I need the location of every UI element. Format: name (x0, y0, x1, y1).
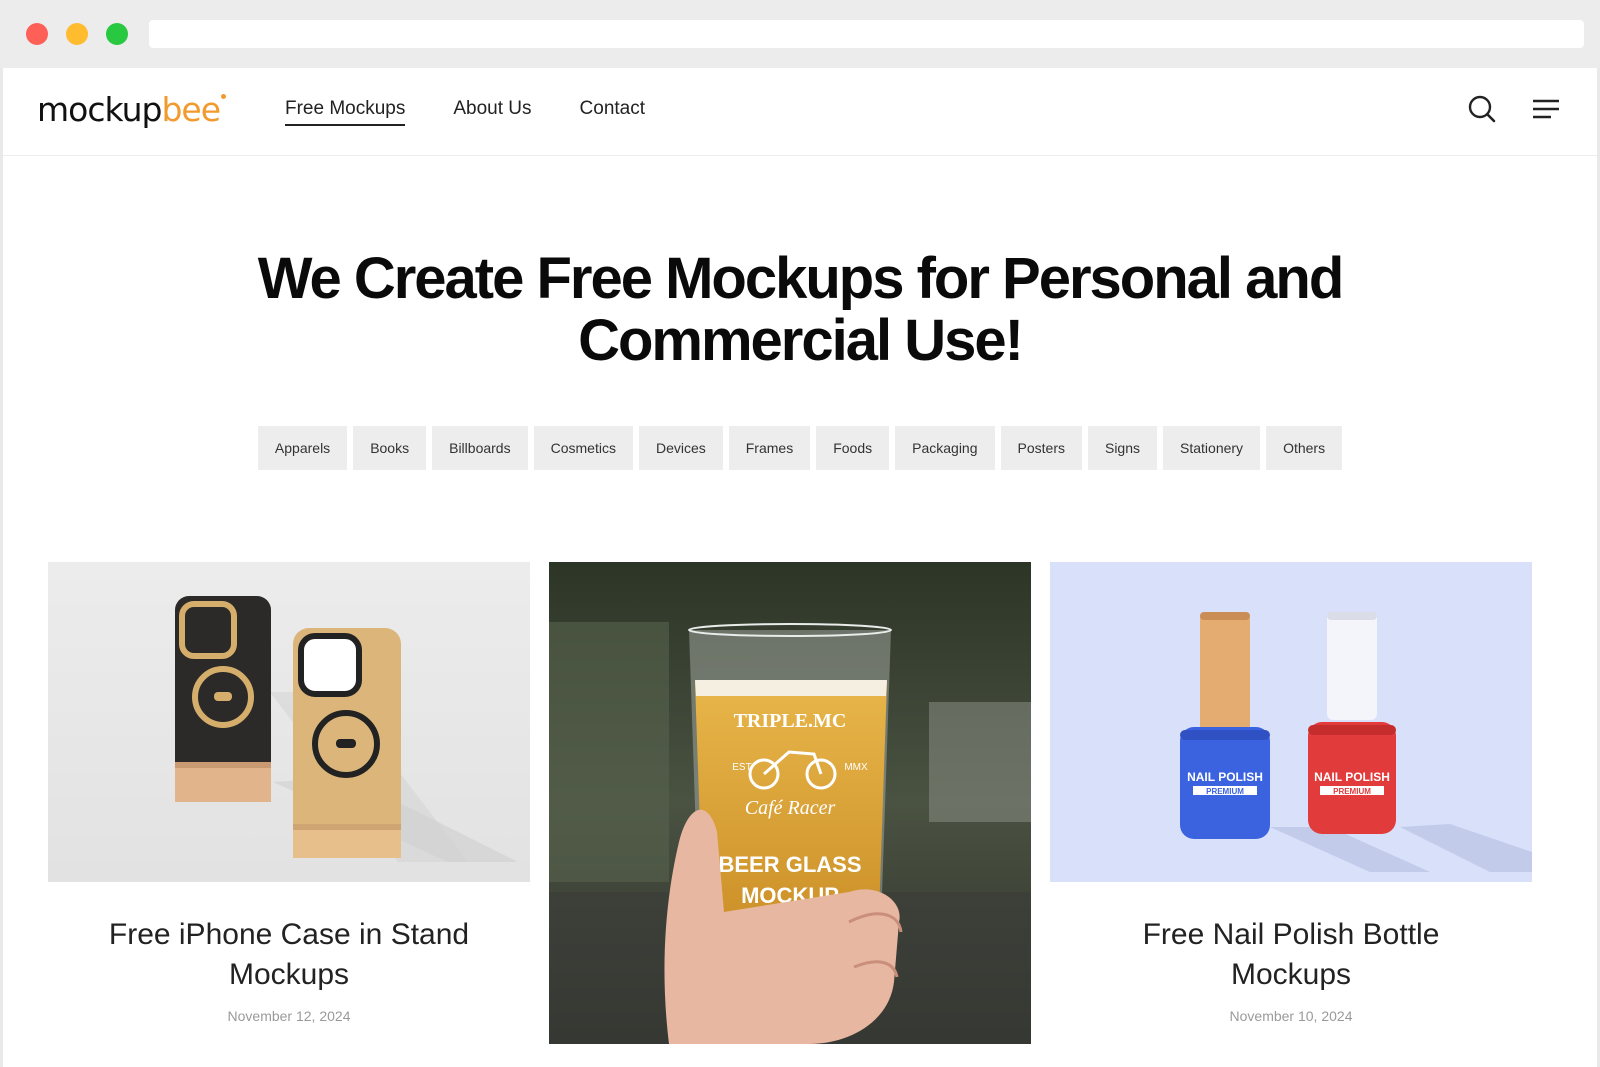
category-chip-frames[interactable]: Frames (728, 426, 811, 470)
glass-text-mmx: MMX (844, 762, 868, 773)
glass-text-script: Café Racer (745, 797, 836, 819)
mockup-card-iphone-case: Free iPhone Case in Stand Mockups Novemb… (48, 562, 530, 1024)
card-date: November 12, 2024 (227, 1008, 351, 1024)
nav-about-us[interactable]: About Us (453, 98, 531, 126)
category-filter: Apparels Books Billboards Cosmetics Devi… (3, 426, 1597, 470)
hero-line-2: Commercial Use! (578, 308, 1024, 373)
logo-text-accent: bee (161, 90, 221, 129)
category-chip-posters[interactable]: Posters (1000, 426, 1082, 470)
minimize-window-dot[interactable] (66, 23, 88, 45)
nail-polish-thumbnail[interactable]: NAIL POLISH PREMIUM NAIL POLISH PREMIUM (1050, 562, 1532, 882)
hero-line-1: We Create Free Mockups for Personal and (257, 246, 1344, 311)
mockup-card-beer-glass: TRIPLE.MC EST MMX Café Racer BEER GLASS … (549, 562, 1031, 1044)
mockup-card-grid: Free iPhone Case in Stand Mockups Novemb… (48, 562, 1558, 1044)
nav-contact[interactable]: Contact (580, 98, 645, 126)
page: mockupbee Free Mockups About Us Contact … (3, 68, 1597, 1067)
maximize-window-dot[interactable] (106, 23, 128, 45)
logo-text-main: mockup (37, 90, 162, 129)
category-chip-cosmetics[interactable]: Cosmetics (533, 426, 633, 470)
card-title[interactable]: Free Nail Polish Bottle Mockups (1050, 915, 1532, 995)
card-date: November 10, 2024 (1229, 1008, 1353, 1024)
blue-bottle-sublabel: PREMIUM (1206, 787, 1244, 796)
mockup-card-nail-polish: NAIL POLISH PREMIUM NAIL POLISH PREMIUM … (1050, 562, 1532, 1024)
category-chip-others[interactable]: Others (1266, 426, 1343, 470)
browser-chrome (0, 0, 1600, 68)
category-chip-foods[interactable]: Foods (816, 426, 890, 470)
category-chip-stationery[interactable]: Stationery (1163, 426, 1261, 470)
site-header: mockupbee Free Mockups About Us Contact (3, 68, 1597, 156)
main-nav: Free Mockups About Us Contact (285, 98, 645, 126)
category-chip-books[interactable]: Books (353, 426, 427, 470)
search-icon[interactable] (1467, 94, 1497, 124)
red-bottle-sublabel: PREMIUM (1333, 787, 1371, 796)
category-chip-billboards[interactable]: Billboards (432, 426, 528, 470)
close-window-dot[interactable] (26, 23, 48, 45)
menu-icon[interactable] (1531, 94, 1561, 124)
address-bar[interactable] (149, 20, 1584, 48)
hero-title: We Create Free Mockups for Personal and … (3, 248, 1597, 372)
glass-text-brand: TRIPLE.MC (734, 710, 847, 732)
blue-bottle-label: NAIL POLISH (1187, 770, 1263, 784)
logo-dot (221, 94, 226, 99)
nav-free-mockups[interactable]: Free Mockups (285, 98, 406, 126)
beer-glass-thumbnail[interactable]: TRIPLE.MC EST MMX Café Racer BEER GLASS … (549, 562, 1031, 1044)
card-title[interactable]: Free iPhone Case in Stand Mockups (48, 915, 530, 995)
site-logo[interactable]: mockupbee (37, 90, 226, 129)
glass-text-line1: BEER GLASS (718, 852, 861, 877)
header-icons (1467, 94, 1561, 124)
red-bottle-label: NAIL POLISH (1314, 770, 1390, 784)
iphone-case-thumbnail[interactable] (48, 562, 530, 882)
category-chip-packaging[interactable]: Packaging (895, 426, 995, 470)
category-chip-apparels[interactable]: Apparels (257, 426, 348, 470)
category-chip-signs[interactable]: Signs (1087, 426, 1158, 470)
category-chip-devices[interactable]: Devices (638, 426, 723, 470)
